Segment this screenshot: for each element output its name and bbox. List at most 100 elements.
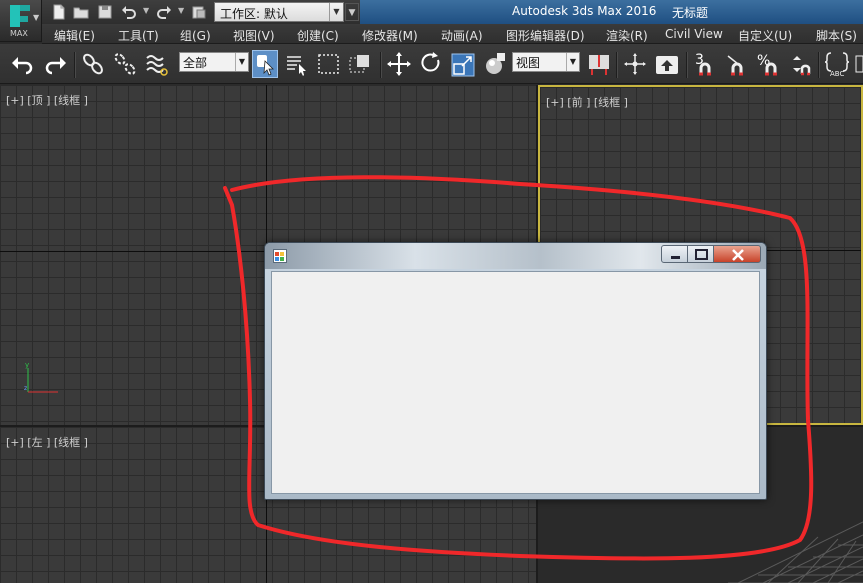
menu-customize[interactable]: 自定义(U) <box>738 27 792 44</box>
unlink-icon <box>114 53 136 75</box>
svg-text:ABC: ABC <box>830 70 844 78</box>
select-and-rotate-button[interactable] <box>418 50 444 78</box>
window-crossing-button[interactable] <box>348 50 374 78</box>
toolbar-separator <box>380 52 382 78</box>
percent-magnet-icon <box>765 62 777 76</box>
new-file-button[interactable] <box>50 3 68 21</box>
menu-modifiers[interactable]: 修改器(M) <box>362 27 418 44</box>
selection-filter-dropdown[interactable]: 全部 ▼ <box>179 52 249 72</box>
select-and-scale-button[interactable] <box>450 50 476 78</box>
rectangular-selection-region-button[interactable] <box>316 50 342 78</box>
select-object-button[interactable] <box>252 50 278 78</box>
app-title: Autodesk 3ds Max 2016 <box>512 4 657 18</box>
redo-toolbar-button[interactable] <box>42 50 68 78</box>
viewport-front-label[interactable]: [+] [前 ] [线框 ] <box>546 94 628 110</box>
move-icon <box>387 52 411 76</box>
select-and-link-button[interactable] <box>80 50 106 78</box>
workspace-dropdown[interactable]: 工作区: 默认 ▼ <box>214 2 344 22</box>
close-icon <box>732 249 744 261</box>
application-menu-button[interactable]: MAX ▼ <box>0 0 42 42</box>
project-folder-button[interactable] <box>190 3 208 21</box>
menu-bar: 编辑(E) 工具(T) 组(G) 视图(V) 创建(C) 修改器(M) 动画(A… <box>42 24 863 44</box>
unlink-selection-button[interactable] <box>112 50 138 78</box>
minimize-button[interactable] <box>661 245 688 263</box>
toolbar-separator <box>686 52 688 78</box>
svg-text:z: z <box>24 385 27 392</box>
chevron-down-icon: ▼ <box>329 3 343 21</box>
undo-icon <box>122 6 136 19</box>
form-window[interactable] <box>264 242 767 500</box>
chevron-down-icon: ▼ <box>33 13 40 22</box>
reference-coordinate-value: 视图 <box>516 56 541 70</box>
undo-toolbar-button[interactable] <box>10 50 36 78</box>
toolbar-separator <box>616 52 618 78</box>
select-cursor-icon <box>257 55 274 76</box>
angle-snap-icon <box>727 55 743 76</box>
workspace-label: 工作区: 默认 <box>220 7 288 21</box>
open-file-button[interactable] <box>72 3 90 21</box>
menu-edit[interactable]: 编辑(E) <box>54 27 95 44</box>
save-icon <box>98 5 112 19</box>
magnet-icon <box>699 62 711 76</box>
svg-text:y: y <box>25 361 29 369</box>
max-logo-icon <box>10 5 30 27</box>
workspace-menu-button[interactable]: ▼ <box>345 3 359 21</box>
named-selection-abc-icon: ABC <box>824 52 850 78</box>
redo-button[interactable] <box>155 3 173 21</box>
select-by-name-icon <box>287 56 306 76</box>
space-warp-icon <box>146 55 168 76</box>
menu-animation[interactable]: 动画(A) <box>441 27 483 44</box>
bind-to-space-warp-button[interactable] <box>144 50 170 78</box>
main-toolbar: 全部 ▼ 视图 ▼ 3 % ABC <box>0 44 863 84</box>
rotate-icon <box>421 52 440 72</box>
menu-views[interactable]: 视图(V) <box>233 27 275 44</box>
keyboard-shortcut-override-button[interactable] <box>654 50 680 78</box>
mirror-icon <box>855 55 863 73</box>
maximize-icon <box>695 249 708 260</box>
document-title: 无标题 <box>672 6 709 20</box>
pivot-point-center-button[interactable] <box>586 50 612 78</box>
menu-scripting[interactable]: 脚本(S) <box>816 27 857 44</box>
menu-civil-view[interactable]: Civil View <box>665 27 723 41</box>
menu-rendering[interactable]: 渲染(R) <box>606 27 648 44</box>
selection-filter-value: 全部 <box>183 56 208 70</box>
angle-snap-toggle-button[interactable] <box>724 50 750 78</box>
select-manipulate-button[interactable] <box>622 50 648 78</box>
percent-snap-toggle-button[interactable]: % <box>756 50 782 78</box>
title-caption-area: Autodesk 3ds Max 2016 无标题 <box>360 0 863 24</box>
logo-text: MAX <box>10 29 28 38</box>
form-app-icon <box>273 249 287 263</box>
undo-dropdown-icon[interactable]: ▼ <box>143 6 149 15</box>
select-and-move-button[interactable] <box>386 50 412 78</box>
maximize-button[interactable] <box>687 245 714 263</box>
manipulate-icon <box>624 53 646 75</box>
form-client-area[interactable] <box>271 271 760 494</box>
chevron-down-icon: ▼ <box>235 53 248 71</box>
viewport-left-label[interactable]: [+] [左 ] [线框 ] <box>6 434 88 450</box>
reference-coordinate-dropdown[interactable]: 视图 ▼ <box>512 52 580 72</box>
axis-tripod-icon: y z <box>24 361 58 393</box>
menu-create[interactable]: 创建(C) <box>297 27 339 44</box>
toolbar-overflow[interactable] <box>855 50 863 78</box>
new-file-icon <box>53 4 65 20</box>
select-by-name-button[interactable] <box>284 50 310 78</box>
close-button[interactable] <box>713 245 761 263</box>
open-file-icon <box>73 7 89 19</box>
pivot-icon <box>589 55 609 75</box>
keyboard-shortcut-icon <box>656 56 678 74</box>
viewport-top-label[interactable]: [+] [顶 ] [线框 ] <box>6 92 88 108</box>
redo-dropdown-icon[interactable]: ▼ <box>178 6 184 15</box>
minimize-icon <box>671 256 680 259</box>
menu-graph-editors[interactable]: 图形编辑器(D) <box>506 27 585 44</box>
place-object-button[interactable] <box>482 50 508 78</box>
rectangle-selection-icon <box>318 54 339 74</box>
menu-tools[interactable]: 工具(T) <box>118 27 159 44</box>
edit-named-selection-button[interactable]: ABC <box>824 50 850 78</box>
snaps-toggle-button[interactable]: 3 <box>692 50 718 78</box>
redo-icon <box>157 6 171 19</box>
undo-button[interactable] <box>120 3 138 21</box>
spinner-snap-toggle-button[interactable] <box>788 50 814 78</box>
menu-group[interactable]: 组(G) <box>180 27 211 44</box>
form-title-bar[interactable] <box>265 243 766 269</box>
save-button[interactable] <box>96 3 114 21</box>
